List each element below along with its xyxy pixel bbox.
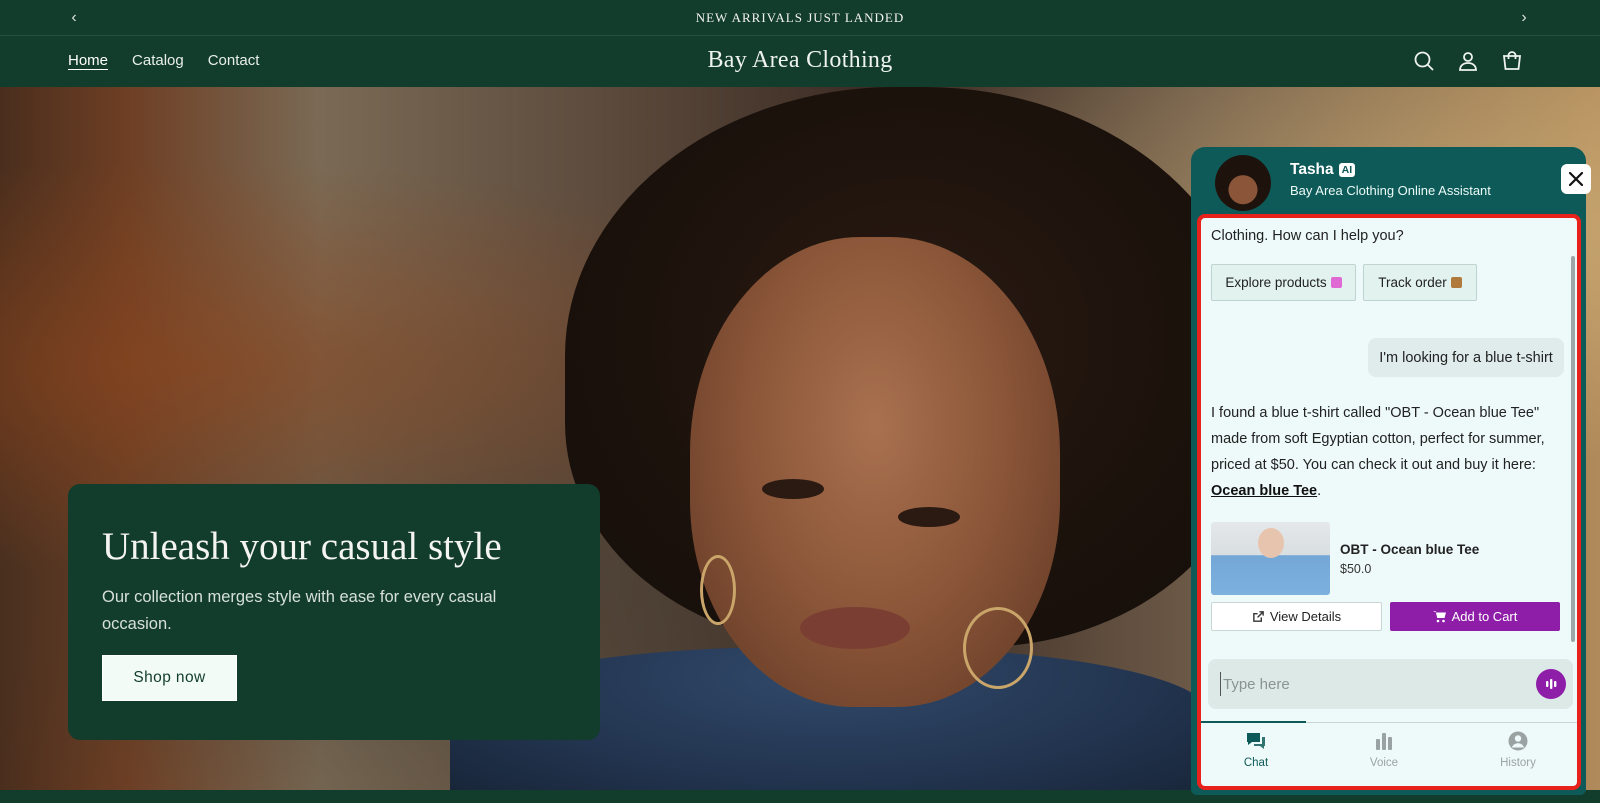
product-name: OBT - Ocean blue Tee: [1340, 542, 1480, 557]
voice-input-button[interactable]: [1536, 669, 1566, 699]
chat-panel: Clothing. How can I help you? Explore pr…: [1197, 214, 1581, 790]
product-image[interactable]: [1211, 522, 1330, 595]
chat-scrollbar[interactable]: [1571, 256, 1575, 642]
quick-reply-label: Explore products: [1225, 275, 1327, 290]
bot-response-end: .: [1317, 483, 1322, 499]
tab-chat-label: Chat: [1243, 757, 1269, 769]
tab-history[interactable]: History: [1473, 731, 1563, 769]
cart-icon[interactable]: [1500, 49, 1524, 73]
add-to-cart-label: Add to Cart: [1451, 609, 1518, 624]
quick-reply-label: Track order: [1378, 275, 1447, 290]
assistant-avatar: [1215, 155, 1271, 211]
header-actions: [1412, 49, 1524, 73]
active-tab-indicator: [1201, 721, 1306, 723]
site-header: Home Catalog Contact Bay Area Clothing: [0, 37, 1600, 87]
hero-model-eye: [898, 507, 960, 527]
add-to-cart-button[interactable]: Add to Cart: [1390, 602, 1560, 631]
product-price: $50.0: [1340, 562, 1372, 576]
product-model-head: [1258, 528, 1284, 558]
hero-card: Unleash your casual style Our collection…: [68, 484, 600, 740]
track-order-button[interactable]: Track order: [1363, 264, 1477, 301]
view-details-label: View Details: [1269, 609, 1342, 624]
view-details-button[interactable]: View Details: [1211, 602, 1382, 631]
bot-response: I found a blue t-shirt called "OBT - Oce…: [1211, 400, 1561, 504]
explore-products-button[interactable]: Explore products: [1211, 264, 1356, 301]
chevron-left-icon[interactable]: ‹: [64, 8, 84, 28]
announcement-bar: ‹ NEW ARRIVALS JUST LANDED ›: [0, 0, 1600, 36]
hero-earring: [700, 555, 736, 625]
search-icon[interactable]: [1412, 49, 1436, 73]
tab-history-label: History: [1500, 757, 1536, 769]
tab-chat[interactable]: Chat: [1211, 731, 1301, 769]
history-user-icon: [1508, 731, 1528, 751]
bot-response-text: I found a blue t-shirt called "OBT - Oce…: [1211, 405, 1545, 473]
hero-title: Unleash your casual style: [102, 525, 502, 568]
voice-bars-icon: [1376, 733, 1392, 750]
shop-now-button[interactable]: Shop now: [102, 655, 237, 701]
chat-input-container: [1208, 659, 1573, 709]
chevron-right-icon[interactable]: ›: [1514, 8, 1534, 28]
package-icon: [1450, 277, 1462, 288]
chat-icon: [1247, 733, 1265, 749]
assistant-name: Tasha: [1290, 161, 1334, 178]
bot-intro-message: Clothing. How can I help you?: [1211, 228, 1404, 244]
external-link-icon: [1253, 611, 1264, 622]
hero-model-eye: [762, 479, 824, 499]
hero-model-lips: [800, 607, 910, 649]
close-icon[interactable]: [1561, 164, 1591, 194]
assistant-role: Bay Area Clothing Online Assistant: [1290, 183, 1491, 198]
cart-icon: [1432, 611, 1446, 623]
ai-badge: AI: [1338, 163, 1356, 177]
assistant-name-row: Tasha AI: [1290, 161, 1356, 179]
hero-subtitle: Our collection merges style with ease fo…: [102, 588, 497, 633]
chat-header: Tasha AI Bay Area Clothing Online Assist…: [1191, 147, 1586, 213]
tab-voice-label: Voice: [1369, 757, 1399, 769]
shopping-bags-icon: [1330, 277, 1342, 288]
tab-voice[interactable]: Voice: [1339, 731, 1429, 769]
chat-tabs: Chat Voice History: [1201, 721, 1577, 786]
chat-input[interactable]: [1220, 672, 1520, 696]
sound-bars-icon: [1546, 679, 1557, 689]
hero-earring: [963, 607, 1033, 689]
brand-logo[interactable]: Bay Area Clothing: [0, 47, 1600, 74]
user-message: I'm looking for a blue t-shirt: [1368, 338, 1564, 377]
product-link[interactable]: Ocean blue Tee: [1211, 483, 1317, 499]
account-icon[interactable]: [1456, 49, 1480, 73]
announcement-text: NEW ARRIVALS JUST LANDED: [695, 9, 905, 25]
